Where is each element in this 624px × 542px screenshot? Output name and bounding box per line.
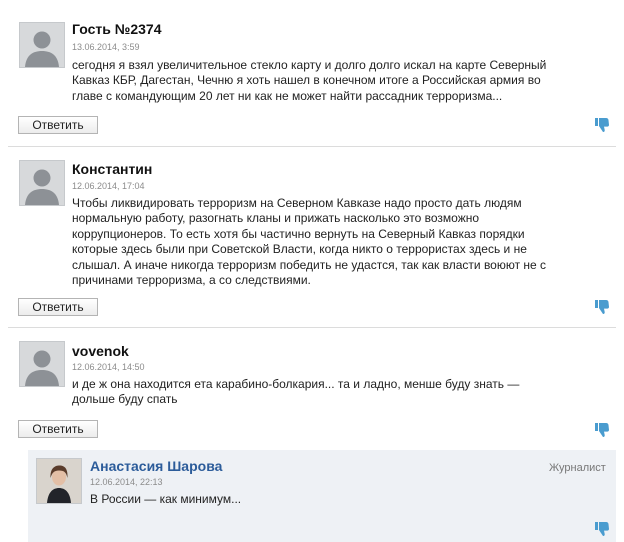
journalist-avatar: [36, 458, 82, 504]
comment-author[interactable]: vovenok: [72, 343, 129, 359]
comment-text: Чтобы ликвидировать терроризм на Северно…: [72, 196, 547, 288]
journalist-name[interactable]: Анастасия Шарова: [90, 458, 222, 474]
comment-date: 12.06.2014, 17:04: [72, 181, 145, 191]
comment: Гость №2374 13.06.2014, 3:59 сегодня я в…: [0, 0, 616, 146]
reply-button[interactable]: Ответить: [18, 116, 98, 134]
comment-date: 13.06.2014, 3:59: [72, 42, 140, 52]
comment: vovenok 12.06.2014, 14:50 и де ж она нах…: [0, 328, 616, 448]
comment-text: сегодня я взял увеличительное стекло кар…: [72, 58, 547, 103]
thumbs-down-icon[interactable]: [594, 299, 610, 315]
reply-date: 12.06.2014, 22:13: [90, 477, 163, 487]
comment-author[interactable]: Константин: [72, 161, 152, 177]
avatar: [19, 160, 65, 206]
reply-button[interactable]: Ответить: [18, 298, 98, 316]
comment-date: 12.06.2014, 14:50: [72, 362, 145, 372]
avatar: [19, 22, 65, 68]
reply-text: В России — как минимум...: [90, 492, 242, 506]
reply-button[interactable]: Ответить: [18, 420, 98, 438]
staff-reply: Анастасия Шарова Журналист 12.06.2014, 2…: [28, 450, 616, 542]
comment-author[interactable]: Гость №2374: [72, 21, 162, 37]
thumbs-down-icon[interactable]: [594, 117, 610, 133]
thumbs-down-icon[interactable]: [594, 422, 610, 438]
thumbs-down-icon[interactable]: [594, 521, 610, 537]
comment-text: и де ж она находится ета карабино-болкар…: [72, 377, 520, 407]
avatar: [19, 341, 65, 387]
comment: Константин 12.06.2014, 17:04 Чтобы ликви…: [0, 147, 616, 327]
role-badge: Журналист: [549, 462, 606, 474]
